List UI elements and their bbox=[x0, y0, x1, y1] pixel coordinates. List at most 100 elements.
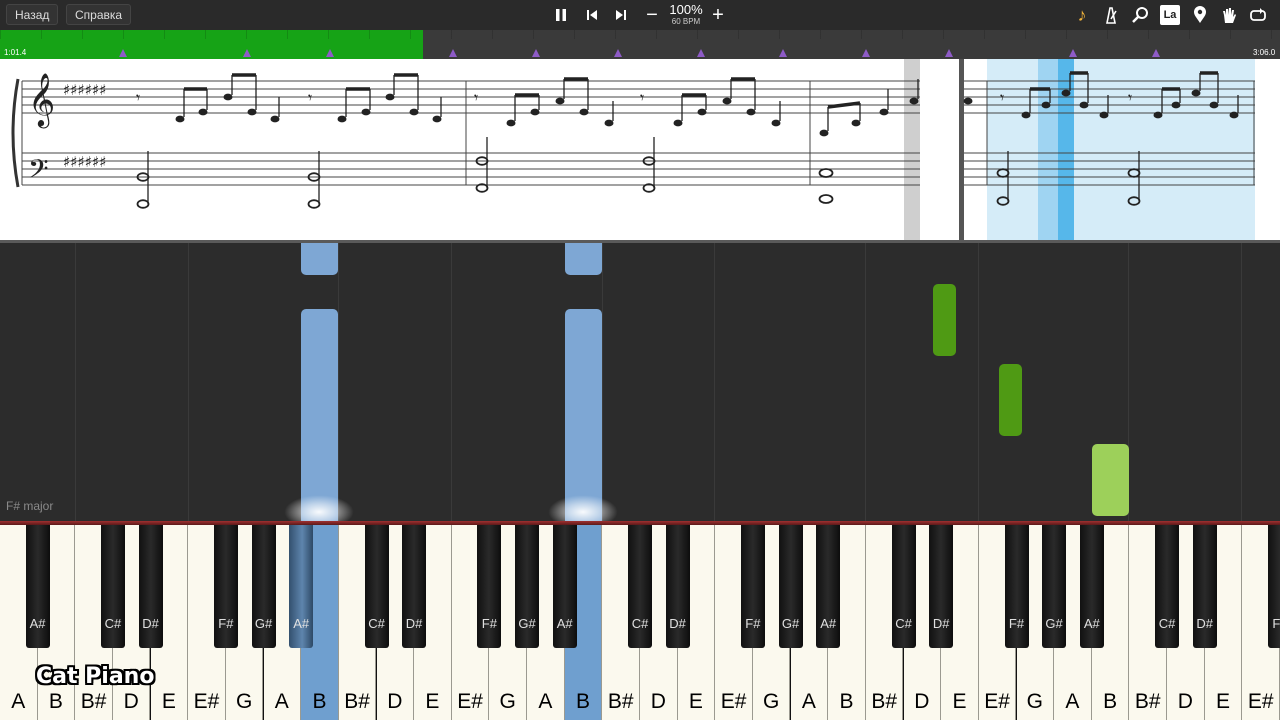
black-key[interactable]: D# bbox=[138, 525, 163, 648]
black-key[interactable]: D# bbox=[402, 525, 427, 648]
beat-gridline bbox=[714, 243, 715, 521]
timeline-marker[interactable] bbox=[449, 49, 457, 57]
black-key[interactable]: C# bbox=[364, 525, 389, 648]
white-key-label: B# bbox=[607, 690, 634, 713]
black-key-label: D# bbox=[932, 616, 950, 631]
white-key-label: D bbox=[650, 690, 666, 713]
timeline-marker[interactable] bbox=[243, 49, 251, 57]
black-key[interactable]: F# bbox=[477, 525, 502, 648]
skip-forward-button[interactable] bbox=[610, 4, 632, 26]
pause-button[interactable] bbox=[550, 4, 572, 26]
watermark-logo: Cat Piano bbox=[36, 664, 155, 689]
white-key-label: E# bbox=[984, 690, 1010, 713]
timeline-marker[interactable] bbox=[119, 49, 127, 57]
svg-text:𝄾: 𝄾 bbox=[308, 88, 312, 107]
black-key[interactable]: C# bbox=[891, 525, 916, 648]
white-key-label: E bbox=[425, 690, 440, 713]
black-key[interactable]: A# bbox=[816, 525, 841, 648]
timeline-marker[interactable] bbox=[326, 49, 334, 57]
white-key-label: E# bbox=[193, 690, 220, 713]
black-key-label: D# bbox=[1196, 616, 1213, 631]
black-key[interactable]: C# bbox=[628, 525, 652, 648]
timeline-marker[interactable] bbox=[779, 49, 787, 57]
hand-icon[interactable] bbox=[1219, 5, 1239, 25]
white-key-label: B# bbox=[1134, 690, 1161, 713]
black-key[interactable]: A# bbox=[289, 525, 314, 648]
black-key-label: C# bbox=[1158, 616, 1176, 631]
svg-text:𝄾: 𝄾 bbox=[1000, 88, 1004, 107]
beat-gridline bbox=[338, 243, 339, 521]
key-hit-glow bbox=[548, 495, 618, 521]
white-key-label: A bbox=[1065, 690, 1080, 713]
beat-gridline bbox=[602, 243, 603, 521]
falling-note-right-hand bbox=[999, 364, 1022, 436]
black-key[interactable]: A# bbox=[25, 525, 50, 648]
white-key-label: E# bbox=[457, 690, 483, 713]
timeline-measures bbox=[0, 30, 1280, 39]
note-label-icon[interactable]: La bbox=[1160, 5, 1180, 25]
timeline-marker[interactable] bbox=[532, 49, 540, 57]
skip-back-button[interactable] bbox=[581, 4, 603, 26]
black-key[interactable]: F# bbox=[740, 525, 765, 648]
beat-gridline bbox=[188, 243, 189, 521]
tempo-down-button[interactable]: − bbox=[641, 4, 663, 26]
song-timeline[interactable]: 1:01.4 3:06.0 bbox=[0, 30, 1280, 59]
black-key[interactable]: G# bbox=[1042, 525, 1067, 648]
music-note-icon[interactable]: ♪ bbox=[1072, 5, 1092, 25]
white-key-label: A bbox=[274, 690, 289, 713]
tempo-up-button[interactable]: + bbox=[707, 4, 729, 26]
white-key-label: B# bbox=[871, 690, 898, 713]
black-key[interactable]: C# bbox=[100, 525, 125, 648]
black-key-label: G# bbox=[1045, 616, 1063, 631]
timeline-marker[interactable] bbox=[1069, 49, 1077, 57]
loop-icon[interactable] bbox=[1248, 5, 1268, 25]
white-key-label: G bbox=[236, 690, 253, 713]
black-key[interactable]: F# bbox=[1004, 525, 1029, 648]
falling-note-left-hand bbox=[565, 309, 602, 521]
black-key[interactable]: D# bbox=[1192, 525, 1217, 648]
black-key[interactable]: G# bbox=[515, 525, 540, 648]
black-key-label: F# bbox=[481, 616, 497, 631]
timeline-marker[interactable] bbox=[614, 49, 622, 57]
black-key[interactable]: C# bbox=[1155, 525, 1180, 648]
black-key[interactable]: A# bbox=[552, 525, 577, 648]
total-time: 3:06.0 bbox=[1253, 48, 1276, 57]
white-key-label: B# bbox=[80, 690, 107, 713]
magnifier-icon[interactable] bbox=[1130, 5, 1150, 25]
white-key-label: B bbox=[312, 690, 327, 713]
black-key-label: C# bbox=[368, 616, 385, 631]
black-key[interactable]: G# bbox=[251, 525, 276, 648]
timeline-marker[interactable] bbox=[862, 49, 870, 57]
timeline-marker[interactable] bbox=[697, 49, 705, 57]
black-key-label: C# bbox=[895, 616, 912, 631]
key-signature-label: F# major bbox=[6, 499, 54, 513]
white-key-label: D bbox=[914, 690, 930, 713]
back-button[interactable]: Назад bbox=[6, 4, 59, 25]
black-key[interactable]: F# bbox=[213, 525, 238, 648]
svg-text:𝄢: 𝄢 bbox=[28, 153, 49, 191]
black-key-label: D# bbox=[669, 616, 686, 631]
white-key-label: E# bbox=[1247, 690, 1274, 713]
black-key-label: F# bbox=[745, 616, 761, 631]
timeline-marker[interactable] bbox=[945, 49, 953, 57]
white-key-label: D bbox=[387, 690, 403, 713]
svg-text:𝄾: 𝄾 bbox=[640, 88, 644, 107]
metronome-icon[interactable] bbox=[1101, 5, 1121, 25]
beat-gridline bbox=[451, 243, 452, 521]
tempo-bpm: 60 BPM bbox=[671, 17, 701, 26]
white-key-label: G bbox=[1026, 690, 1043, 713]
black-key[interactable]: G# bbox=[778, 525, 803, 648]
black-key[interactable]: D# bbox=[929, 525, 954, 648]
black-key[interactable]: F# bbox=[1268, 525, 1280, 648]
black-key[interactable]: D# bbox=[665, 525, 690, 648]
beat-gridline bbox=[1241, 243, 1242, 521]
timeline-marker[interactable] bbox=[1152, 49, 1160, 57]
black-key[interactable]: A# bbox=[1079, 525, 1104, 648]
white-key-label: E# bbox=[720, 690, 747, 713]
help-button[interactable]: Справка bbox=[66, 4, 132, 25]
black-key-label: C# bbox=[631, 616, 649, 631]
white-key-label: G bbox=[763, 690, 780, 713]
piano-keyboard[interactable]: A B B# D E E# G A B B# D E E# G A B B# D E E# G A B B# D E E# G A B B#… bbox=[0, 525, 1280, 720]
current-time: 1:01.4 bbox=[4, 48, 27, 57]
location-pin-icon[interactable] bbox=[1190, 5, 1210, 25]
